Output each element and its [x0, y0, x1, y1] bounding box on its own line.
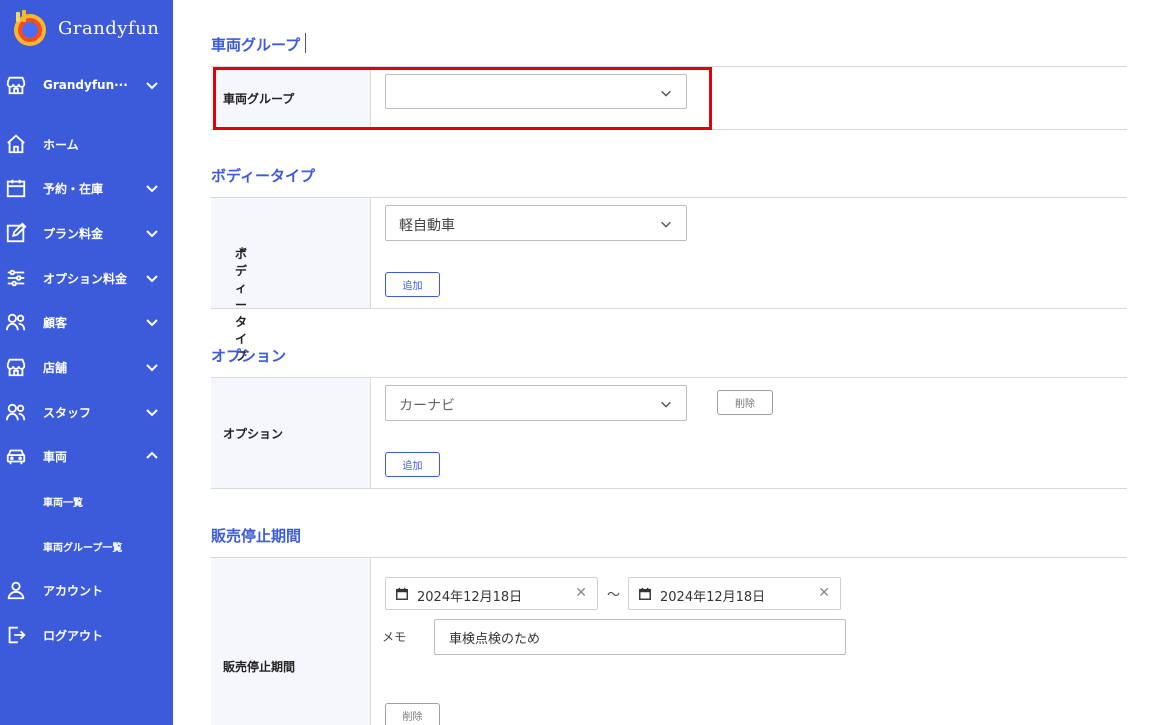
- sidebar-item-store[interactable]: 店舗: [0, 352, 173, 382]
- store-selector[interactable]: Grandyfun···: [0, 70, 173, 100]
- sidebar-item-plan-price[interactable]: プラン料金: [0, 218, 173, 248]
- sidebar-item-label: 店舗: [43, 360, 68, 375]
- users-icon: [4, 400, 28, 424]
- section-title-suspension: 販売停止期間: [211, 527, 302, 545]
- start-date-value: 2024年12月18日: [417, 590, 523, 605]
- chevron-up-icon: [146, 451, 158, 459]
- car-icon: [4, 444, 28, 468]
- sidebar-subitem-vehicle-list[interactable]: 車両一覧: [0, 488, 173, 514]
- clear-start-date-icon[interactable]: ✕: [575, 585, 587, 601]
- sidebar-item-label: 車両: [43, 449, 68, 464]
- sidebar-item-label: プラン料金: [43, 226, 104, 241]
- app-name: Grandyfun: [58, 17, 160, 39]
- chevron-down-icon: [146, 275, 158, 283]
- sidebar-item-logout[interactable]: ログアウト: [0, 620, 173, 650]
- memo-field[interactable]: [434, 619, 846, 655]
- user-icon: [4, 578, 28, 602]
- section-title-vehicle-group: 車両グループ: [211, 36, 301, 54]
- sidebar-item-staff[interactable]: スタッフ: [0, 397, 173, 427]
- sidebar-item-label: 顧客: [43, 315, 68, 330]
- home-icon: [4, 132, 28, 156]
- required-mark: *: [239, 245, 246, 259]
- delete-suspension-button[interactable]: 削除: [385, 703, 440, 725]
- chevron-down-icon: [146, 230, 158, 238]
- clear-end-date-icon[interactable]: ✕: [818, 585, 830, 601]
- option-select[interactable]: カーナビ: [385, 385, 687, 421]
- sidebar-item-customer[interactable]: 顧客: [0, 307, 173, 337]
- calendar-icon: [639, 587, 651, 600]
- body-type-select[interactable]: 軽自動車: [385, 205, 687, 241]
- section-title-option: オプション: [211, 347, 287, 365]
- store-selector-label: Grandyfun···: [43, 78, 128, 92]
- sidebar-item-label: ホーム: [43, 137, 79, 152]
- sidebar-item-reservation[interactable]: 予約・在庫: [0, 173, 173, 203]
- memo-input[interactable]: [435, 620, 845, 654]
- sidebar-item-label: ログアウト: [43, 628, 104, 643]
- grandyfun-logo-icon: [10, 8, 50, 48]
- sidebar-item-label: スタッフ: [43, 405, 92, 420]
- sidebar-item-option-price[interactable]: オプション料金: [0, 263, 173, 293]
- chevron-down-icon: [661, 401, 671, 408]
- store-icon: [4, 355, 28, 379]
- edit-icon: [4, 221, 28, 245]
- option-value: カーナビ: [399, 398, 455, 414]
- delete-option-button[interactable]: 削除: [717, 390, 773, 415]
- memo-label: メモ: [382, 630, 407, 644]
- chevron-down-icon: [146, 364, 158, 372]
- highlight-box: [213, 67, 712, 130]
- sidebar-subitem-label: 車両一覧: [43, 497, 83, 509]
- text-cursor: [305, 33, 306, 53]
- end-date-picker[interactable]: 2024年12月18日 ✕: [628, 577, 841, 610]
- logout-icon: [4, 623, 28, 647]
- sidebar: Grandyfun Grandyfun··· ホーム 予約・在庫 プラン料金 オ…: [0, 0, 173, 725]
- chevron-down-icon: [661, 221, 671, 228]
- calendar-icon: [4, 176, 28, 200]
- chevron-down-icon: [146, 319, 158, 327]
- sidebar-subitem-vehicle-group-list[interactable]: 車両グループ一覧: [0, 533, 173, 559]
- sidebar-item-label: アカウント: [43, 583, 104, 598]
- sidebar-item-label: オプション料金: [43, 271, 128, 286]
- sliders-icon: [4, 266, 28, 290]
- row-label: 販売停止期間: [211, 558, 371, 725]
- users-icon: [4, 310, 28, 334]
- suspension-label: 販売停止期間: [223, 660, 296, 674]
- sidebar-item-vehicle[interactable]: 車両: [0, 441, 173, 471]
- chevron-down-icon: [146, 82, 158, 90]
- chevron-down-icon: [146, 185, 158, 193]
- body-type-value: 軽自動車: [399, 218, 455, 234]
- logo[interactable]: Grandyfun: [10, 8, 159, 48]
- row-label: ボディータイプ *: [211, 198, 371, 363]
- sidebar-item-label: 予約・在庫: [43, 181, 104, 196]
- add-body-type-button[interactable]: 追加: [385, 272, 440, 297]
- add-option-button[interactable]: 追加: [385, 452, 440, 477]
- sidebar-item-account[interactable]: アカウント: [0, 575, 173, 605]
- section-title-body-type: ボディータイプ: [211, 167, 315, 185]
- option-label: オプション: [223, 427, 284, 441]
- form-row-option: オプション カーナビ 削除 追加: [211, 377, 1127, 489]
- form-row-suspension: 販売停止期間 2024年12月18日 ✕ ～ 2024年12月18日 ✕ メモ …: [211, 557, 1127, 725]
- date-range-separator: ～: [607, 588, 621, 603]
- form-row-body-type: ボディータイプ * 軽自動車 追加: [211, 197, 1127, 363]
- calendar-icon: [396, 587, 408, 600]
- store-icon: [4, 73, 28, 97]
- row-label: オプション: [211, 378, 371, 488]
- sidebar-subitem-label: 車両グループ一覧: [43, 542, 123, 554]
- sidebar-item-home[interactable]: ホーム: [0, 129, 173, 159]
- chevron-down-icon: [146, 409, 158, 417]
- end-date-value: 2024年12月18日: [660, 590, 766, 605]
- start-date-picker[interactable]: 2024年12月18日 ✕: [385, 577, 598, 610]
